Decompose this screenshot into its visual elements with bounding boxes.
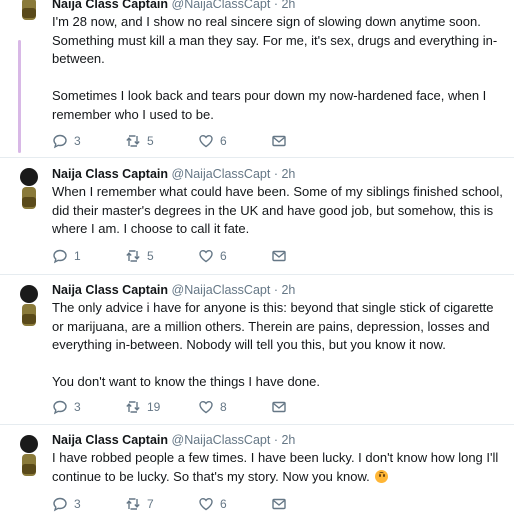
heart-icon xyxy=(199,134,213,148)
retweet-button[interactable]: 5 xyxy=(125,248,154,264)
reply-icon xyxy=(53,497,67,512)
tweet-actions: 3 19 8 xyxy=(52,399,352,415)
author-name[interactable]: Naija Class Captain xyxy=(52,167,168,181)
tweet-0[interactable]: Naija Class Captain @NaijaClassCapt · 2h… xyxy=(0,0,514,157)
separator-dot: · xyxy=(273,283,278,297)
tweet-header: Naija Class Captain @NaijaClassCapt · 2h xyxy=(52,432,295,448)
reply-icon xyxy=(53,134,67,149)
tweet-text: I have robbed people a few times. I have… xyxy=(52,450,499,484)
author-handle[interactable]: @NaijaClassCapt xyxy=(172,283,271,297)
author-handle[interactable]: @NaijaClassCapt xyxy=(172,167,271,181)
heart-icon xyxy=(199,249,213,263)
direct-message-button[interactable] xyxy=(271,496,287,512)
like-button[interactable]: 8 xyxy=(198,399,227,415)
retweet-button[interactable]: 5 xyxy=(125,133,154,149)
author-handle[interactable]: @NaijaClassCapt xyxy=(172,433,271,447)
tweet-3[interactable]: Naija Class Captain @NaijaClassCapt · 2h… xyxy=(0,425,514,513)
envelope-icon xyxy=(272,401,286,413)
retweet-icon xyxy=(126,250,140,262)
upside-down-face-emoji xyxy=(375,469,389,483)
tweet-header: Naija Class Captain @NaijaClassCapt · 2h xyxy=(52,0,295,12)
tweet-header: Naija Class Captain @NaijaClassCapt · 2h xyxy=(52,282,295,298)
retweet-button[interactable]: 19 xyxy=(125,399,160,415)
timestamp[interactable]: 2h xyxy=(281,167,295,181)
heart-icon xyxy=(199,400,213,414)
reply-button[interactable]: 3 xyxy=(52,133,81,149)
reply-button[interactable]: 3 xyxy=(52,399,81,415)
tweet-actions: 1 5 6 xyxy=(52,248,352,264)
retweet-button[interactable]: 7 xyxy=(125,496,154,512)
tweet-actions: 3 5 6 xyxy=(52,133,352,149)
tweet-text: I'm 28 now, and I show no real sincere s… xyxy=(52,14,498,122)
timestamp[interactable]: 2h xyxy=(281,283,295,297)
envelope-icon xyxy=(272,250,286,262)
direct-message-button[interactable] xyxy=(271,399,287,415)
author-handle[interactable]: @NaijaClassCapt xyxy=(172,0,271,11)
avatar[interactable] xyxy=(13,0,45,26)
reply-button[interactable]: 3 xyxy=(52,496,81,512)
heart-icon xyxy=(199,497,213,511)
separator-dot: · xyxy=(273,167,278,181)
direct-message-button[interactable] xyxy=(271,133,287,149)
tweet-text: The only advice i have for anyone is thi… xyxy=(52,300,494,389)
timestamp[interactable]: 2h xyxy=(281,433,295,447)
author-name[interactable]: Naija Class Captain xyxy=(52,433,168,447)
author-name[interactable]: Naija Class Captain xyxy=(52,283,168,297)
envelope-icon xyxy=(272,135,286,147)
like-button[interactable]: 6 xyxy=(198,496,227,512)
separator-dot: · xyxy=(273,0,278,11)
avatar[interactable] xyxy=(13,167,45,215)
tweet-actions: 3 7 6 xyxy=(52,496,352,512)
retweet-icon xyxy=(126,401,140,413)
separator-dot: · xyxy=(273,433,278,447)
reply-icon xyxy=(53,400,67,415)
timestamp[interactable]: 2h xyxy=(281,0,295,11)
direct-message-button[interactable] xyxy=(271,248,287,264)
avatar[interactable] xyxy=(13,434,45,482)
tweet-1[interactable]: Naija Class Captain @NaijaClassCapt · 2h… xyxy=(0,158,514,275)
tweet-text: When I remember what could have been. So… xyxy=(52,184,503,236)
retweet-icon xyxy=(126,135,140,147)
tweet-2[interactable]: Naija Class Captain @NaijaClassCapt · 2h… xyxy=(0,275,514,425)
tweet-header: Naija Class Captain @NaijaClassCapt · 2h xyxy=(52,166,295,182)
like-button[interactable]: 6 xyxy=(198,248,227,264)
retweet-icon xyxy=(126,498,140,510)
avatar[interactable] xyxy=(13,284,45,332)
reply-icon xyxy=(53,249,67,264)
envelope-icon xyxy=(272,498,286,510)
like-button[interactable]: 6 xyxy=(198,133,227,149)
thread-line xyxy=(18,40,21,153)
author-name[interactable]: Naija Class Captain xyxy=(52,0,168,11)
reply-button[interactable]: 1 xyxy=(52,248,81,264)
